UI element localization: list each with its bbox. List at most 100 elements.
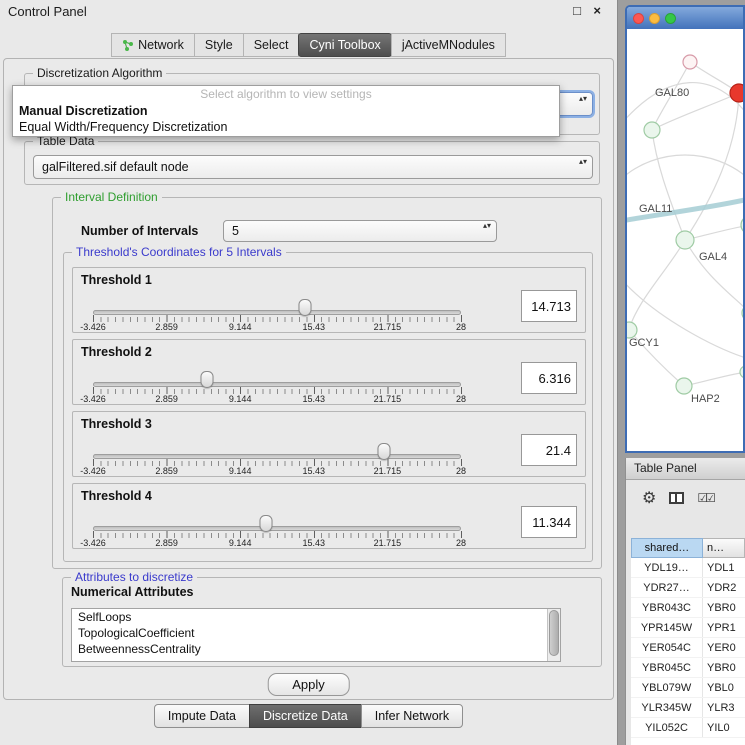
- scale-label: 21.715: [374, 466, 402, 476]
- node-label: GCY1: [629, 337, 659, 349]
- table-data-combo[interactable]: galFiltered.sif default node ▴▾: [33, 155, 593, 179]
- numerical-attributes-label: Numerical Attributes: [71, 585, 193, 599]
- threshold-slider-thumb[interactable]: [201, 371, 214, 388]
- scale-label: 9.144: [229, 466, 252, 476]
- node-label: HAP2: [691, 393, 720, 405]
- columns-icon[interactable]: [669, 492, 684, 504]
- popup-option-manual-discretization[interactable]: Manual Discretization: [13, 103, 559, 119]
- slider-scale: -3.426 2.859 9.144 15.43 21.715 28: [93, 538, 461, 549]
- scale-label: 21.715: [374, 538, 402, 548]
- attributes-group-label: Attributes to discretize: [71, 570, 197, 584]
- table-row[interactable]: YIL052CYIL0: [631, 718, 745, 738]
- close-traffic-light-icon[interactable]: [633, 13, 644, 24]
- node[interactable]: [676, 231, 694, 249]
- popup-option-equal-width[interactable]: Equal Width/Frequency Discretization: [13, 119, 559, 135]
- close-window-icon[interactable]: ×: [593, 3, 601, 18]
- scale-label: 2.859: [155, 394, 178, 404]
- tab-infer-network[interactable]: Infer Network: [361, 704, 463, 728]
- scale-label: 2.859: [155, 466, 178, 476]
- table-row[interactable]: YLR345WYLR3: [631, 698, 745, 718]
- cell: YER054C: [631, 638, 703, 657]
- list-item[interactable]: SelfLoops: [72, 609, 560, 625]
- column-header-shared-name[interactable]: shared…: [631, 538, 703, 558]
- node[interactable]: [676, 378, 692, 394]
- slider-major-ticks: [93, 531, 462, 538]
- control-panel-titlebar: Control Panel □ ×: [0, 0, 617, 24]
- tab-network[interactable]: Network: [111, 33, 195, 57]
- list-scrollbar[interactable]: [547, 609, 560, 661]
- zoom-traffic-light-icon[interactable]: [665, 13, 676, 24]
- table-row[interactable]: YER054CYER0: [631, 638, 745, 658]
- list-item[interactable]: TopologicalCoefficient: [72, 625, 560, 641]
- apply-button[interactable]: Apply: [267, 673, 350, 696]
- network-window-titlebar[interactable]: [627, 7, 743, 29]
- cell: YLR345W: [631, 698, 703, 717]
- cell: YDR2: [703, 578, 745, 597]
- node[interactable]: [627, 322, 637, 338]
- table-row[interactable]: YPR145WYPR1: [631, 618, 745, 638]
- slider-scale: -3.426 2.859 9.144 15.43 21.715 28: [93, 322, 461, 333]
- tab-style[interactable]: Style: [194, 33, 244, 57]
- network-canvas[interactable]: GAL80 GAL11 GAL4 GCY1 HAP2: [627, 29, 743, 451]
- scale-label: 15.43: [303, 466, 326, 476]
- scale-label: 21.715: [374, 394, 402, 404]
- tab-label: Style: [205, 38, 233, 52]
- tab-cyni-toolbox[interactable]: Cyni Toolbox: [298, 33, 391, 57]
- node[interactable]: [644, 122, 660, 138]
- threshold-slider-thumb[interactable]: [299, 299, 312, 316]
- slider-major-ticks: [93, 387, 462, 394]
- table-row[interactable]: YBL079WYBL0: [631, 678, 745, 698]
- table-row[interactable]: YDR27…YDR2: [631, 578, 745, 598]
- tab-select[interactable]: Select: [243, 33, 300, 57]
- stepper-icon: ▴▾: [483, 221, 491, 231]
- tab-jactivemnodules[interactable]: jActiveMNodules: [391, 33, 506, 57]
- node[interactable]: [742, 305, 743, 321]
- table-row[interactable]: YDL19…YDL1: [631, 558, 745, 578]
- node[interactable]: [740, 366, 743, 378]
- node[interactable]: [741, 216, 743, 234]
- cell: YPR145W: [631, 618, 703, 637]
- selected-node[interactable]: [730, 84, 743, 102]
- node[interactable]: [683, 55, 697, 69]
- list-item[interactable]: BetweennessCentrality: [72, 641, 560, 657]
- tab-label: Discretize Data: [263, 709, 348, 723]
- threshold-slider-thumb[interactable]: [259, 515, 272, 532]
- threshold-panel-1: Threshold 1 -3.426 2.859 9.144 15.43 21.…: [72, 267, 586, 333]
- table-data-value: galFiltered.sif default node: [42, 160, 189, 174]
- attributes-list: SelfLoops TopologicalCoefficient Between…: [71, 608, 561, 662]
- table-header-row: shared… n…: [631, 538, 745, 558]
- cell: YBL0: [703, 678, 745, 697]
- threshold-value-field[interactable]: [521, 290, 577, 322]
- gear-icon[interactable]: ⚙: [642, 488, 656, 508]
- scale-label: 28: [456, 538, 466, 548]
- cell: YDR27…: [631, 578, 703, 597]
- minimize-traffic-light-icon[interactable]: [649, 13, 660, 24]
- scale-label: 15.43: [303, 538, 326, 548]
- scrollbar-thumb[interactable]: [549, 610, 559, 656]
- column-header-name[interactable]: n…: [703, 538, 745, 558]
- threshold-value-field[interactable]: [521, 434, 577, 466]
- cell: YBR0: [703, 658, 745, 677]
- cell: YBR045C: [631, 658, 703, 677]
- slider-major-ticks: [93, 315, 462, 322]
- tab-impute-data[interactable]: Impute Data: [154, 704, 250, 728]
- num-intervals-combo[interactable]: 5 ▴▾: [223, 220, 497, 242]
- cell: YBL079W: [631, 678, 703, 697]
- tab-label: Infer Network: [375, 709, 449, 723]
- stepper-icon: ▴▾: [579, 157, 587, 167]
- threshold-value-field[interactable]: [521, 362, 577, 394]
- cyni-toolbox-panel: Discretization Algorithm ▴▾ Table Data g…: [3, 58, 614, 700]
- cell: YBR043C: [631, 598, 703, 617]
- threshold-value-field[interactable]: [521, 506, 577, 538]
- table-panel-toolbar: ⚙ ☑☑: [626, 480, 745, 516]
- tab-discretize-data[interactable]: Discretize Data: [249, 704, 362, 728]
- tab-label: Network: [138, 38, 184, 52]
- table-panel-window: Table Panel ⚙ ☑☑ shared… n… YDL19…YDL1 Y…: [625, 458, 745, 745]
- threshold-slider-thumb[interactable]: [377, 443, 390, 460]
- table-row[interactable]: YBR045CYBR0: [631, 658, 745, 678]
- select-columns-icon[interactable]: ☑☑: [697, 491, 713, 505]
- table-row[interactable]: YBR043CYBR0: [631, 598, 745, 618]
- network-view-window: GAL80 GAL11 GAL4 GCY1 HAP2: [625, 5, 745, 453]
- float-window-icon[interactable]: □: [573, 3, 581, 18]
- network-icon: [122, 39, 134, 51]
